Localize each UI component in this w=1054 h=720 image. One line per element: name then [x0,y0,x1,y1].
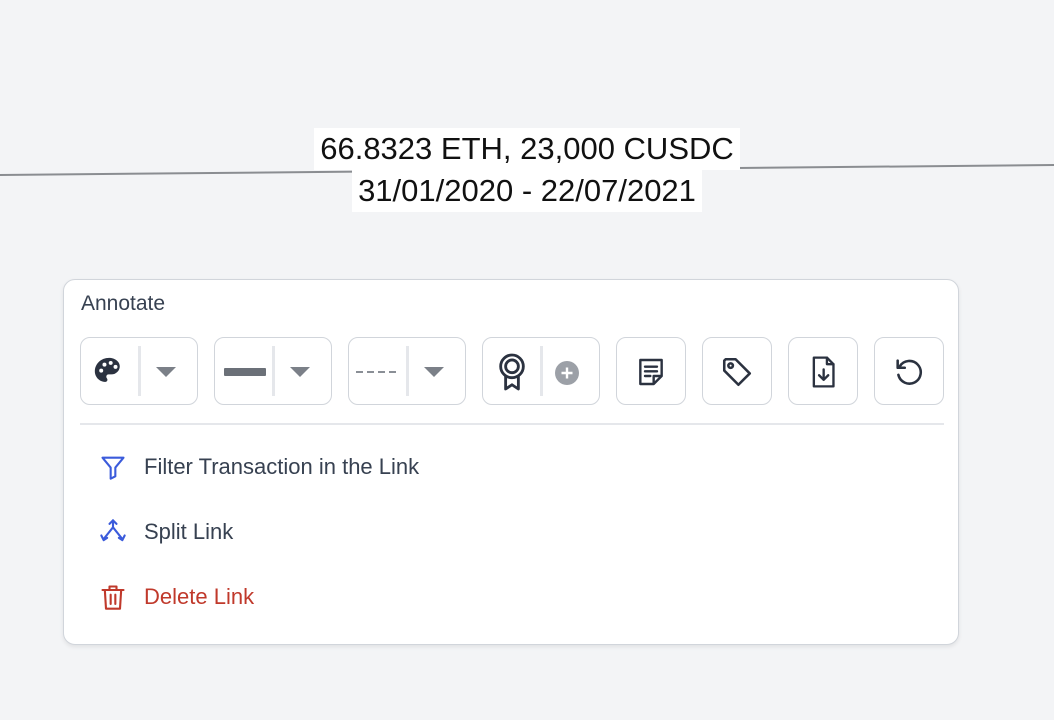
undo-icon [891,354,927,390]
tag-icon [719,354,755,390]
link-date-range: 31/01/2020 - 22/07/2021 [352,170,702,212]
panel-title: Annotate [81,292,166,315]
award-icon [493,352,531,392]
link-label: 66.8323 ETH, 23,000 CUSDC 31/01/2020 - 2… [0,128,1054,212]
chevron-down-icon [421,362,447,382]
trash-icon [97,581,129,613]
graph-canvas[interactable]: 66.8323 ETH, 23,000 CUSDC 31/01/2020 - 2… [0,0,1054,720]
palette-icon [91,354,127,390]
annotate-panel: Annotate Filter Transaction in the Link … [63,279,959,645]
chevron-down-icon [153,362,179,382]
tag-button[interactable] [702,337,772,405]
file-download-icon [805,354,841,390]
split-link-menu-item[interactable]: Split Link [97,512,233,552]
note-icon [633,354,669,390]
badge-button[interactable] [482,337,600,405]
dashed-line-icon [355,364,401,380]
color-picker-button[interactable] [80,337,198,405]
filter-transaction-menu-item[interactable]: Filter Transaction in the Link [97,447,419,487]
delete-link-menu-item[interactable]: Delete Link [97,577,254,617]
divider [80,423,944,425]
plus-circle-icon [554,360,580,386]
line-weight-icon [223,364,267,380]
link-amounts: 66.8323 ETH, 23,000 CUSDC [314,128,740,170]
split-icon [97,516,129,548]
reset-button[interactable] [874,337,944,405]
line-style-button[interactable] [348,337,466,405]
chevron-down-icon [287,362,313,382]
note-button[interactable] [616,337,686,405]
split-link-label: Split Link [144,519,234,544]
line-weight-button[interactable] [214,337,332,405]
delete-link-label: Delete Link [144,584,255,609]
filter-icon [97,451,129,483]
filter-transaction-label: Filter Transaction in the Link [144,454,420,479]
export-button[interactable] [788,337,858,405]
